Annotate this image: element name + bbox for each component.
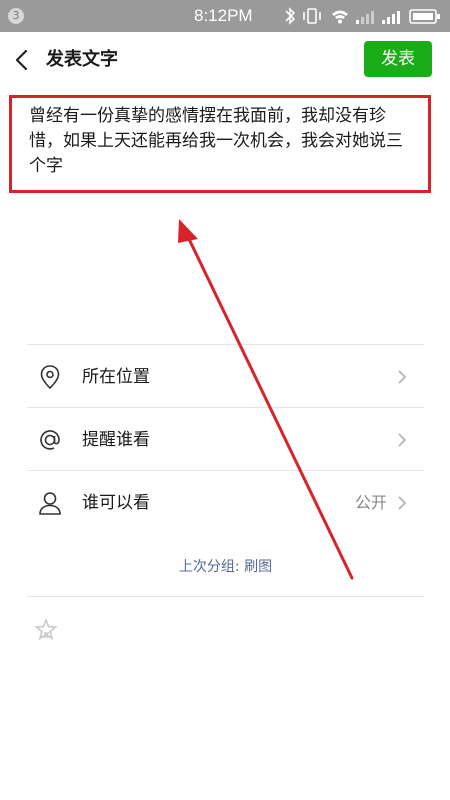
back-arrow-icon [15,49,28,71]
chevron-right-icon [398,433,407,447]
status-time: 8:12PM [194,6,253,25]
post-text-input[interactable]: 曾经有一份真挚的感情摆在我面前，我却没有珍惜，如果上天还能再给我一次机会，我会对… [9,95,431,193]
post-options: 所在位置 提醒谁看 谁可以看 公开 [27,344,424,533]
location-pin-icon [40,365,60,390]
option-label: 提醒谁看 [82,430,150,450]
option-visibility[interactable]: 谁可以看 公开 [27,471,424,533]
visibility-value: 公开 [354,493,387,512]
at-sign-icon [40,430,60,450]
status-bar: 3 8:12PM [0,0,450,32]
option-label: 所在位置 [82,367,150,387]
publish-button[interactable]: 发表 [364,41,432,77]
signal-icon-2 [382,11,400,24]
wifi-icon [332,10,348,24]
option-location[interactable]: 所在位置 [27,345,424,407]
status-icons [282,6,442,26]
chevron-right-icon [398,496,407,510]
option-label: 谁可以看 [82,493,150,513]
divider [27,596,424,597]
back-button[interactable] [12,48,32,72]
notification-badge: 3 [8,8,24,24]
last-group-link[interactable]: 上次分组: 刷图 [27,556,424,576]
chevron-right-icon [398,370,407,384]
battery-icon [409,9,440,24]
bluetooth-icon [285,7,296,25]
option-remind[interactable]: 提醒谁看 [27,408,424,470]
page-title: 发表文字 [46,49,118,70]
header: 发表文字 发表 [0,32,450,88]
star-icon[interactable] [34,618,58,642]
signal-icon [356,11,374,24]
vibrate-icon [303,8,321,24]
person-icon [39,492,61,515]
